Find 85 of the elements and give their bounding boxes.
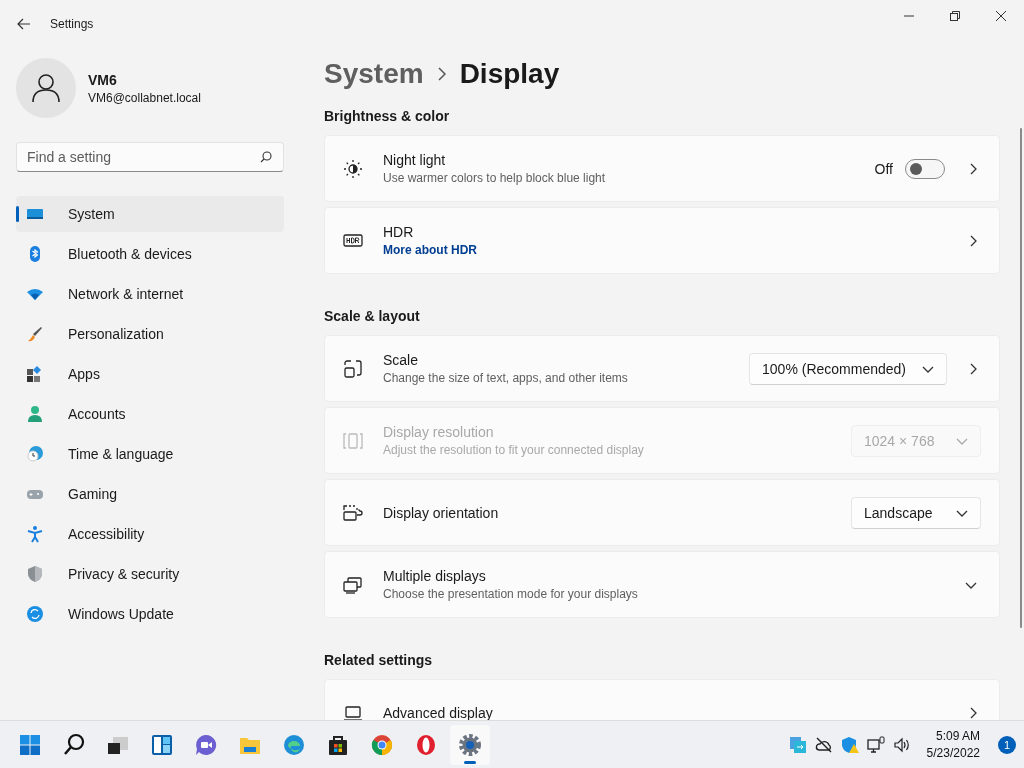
sidebar-item[interactable]: Windows Update [16,596,284,632]
gear-icon [458,732,482,757]
notification-badge[interactable]: 1 [998,735,1016,754]
section-heading: Brightness & color [324,108,451,124]
sidebar-item[interactable]: Personalization [16,316,284,352]
person-icon [26,405,44,423]
setting-description: Adjust the resolution to fit your connected display [383,443,645,457]
chevron-down-icon [956,508,968,517]
setting-card[interactable]: Scale Change the size of text, apps, and other items 100% (Recommended) [324,335,1000,402]
dropdown[interactable]: Landscape [851,496,981,529]
clock-icon [26,445,44,463]
clock-date[interactable]: 5/23/2022 [926,746,980,760]
setting-title: Display orientation [383,504,500,521]
search-icon [260,151,272,163]
setting-title: Multiple displays [383,568,487,584]
setting-title: Scale [383,352,420,368]
sidebar-item[interactable]: Apps [16,356,284,392]
setting-card[interactable]: Multiple displays Choose the presentation mode for your displays [324,551,1000,618]
cloud-off-icon [814,735,833,754]
restore-icon [950,11,960,21]
user-name: VM6 [88,71,118,88]
setting-title: Advanced display [383,704,494,720]
sidebar-item[interactable]: Network & internet [16,276,284,312]
setting-title: Night light [383,152,447,168]
resolution-icon [343,430,363,451]
toggle-state: Off [874,160,893,177]
scale-icon [343,358,363,379]
breadcrumb-link[interactable]: System [324,58,424,90]
dropdown[interactable]: 100% (Recommended) [749,352,947,385]
video-chat-icon [194,732,218,757]
sidebar-item[interactable]: Bluetooth & devices [16,236,284,272]
setting-card[interactable]: Advanced display [324,679,1000,720]
sidebar-item[interactable]: Accessibility [16,516,284,552]
shield-icon [26,565,44,583]
window-title: Settings [50,17,95,31]
chrome-icon [370,732,394,757]
browser-icon [282,732,306,757]
chevron-down-icon [922,364,934,373]
setting-card[interactable]: Night light Use warmer colors to help block blue light Off [324,135,1000,202]
chevron-down-icon [965,580,977,589]
back-arrow-icon [17,18,31,30]
setting-card[interactable]: Display orientation Landscape [324,479,1000,546]
setting-description: Choose the presentation mode for your displays [383,587,639,601]
scrollbar[interactable] [1020,128,1022,628]
sync-icon [788,735,807,754]
sidebar-item[interactable]: Gaming [16,476,284,512]
chevron-down-icon [956,436,968,445]
sun-icon [343,158,363,179]
shield-warning-icon [840,735,859,754]
sidebar-item[interactable]: Privacy & security [16,556,284,592]
update-icon [26,605,44,623]
network-icon [866,735,885,754]
apps-icon [26,365,44,383]
setting-description: Use warmer colors to help block blue light [383,171,607,185]
user-email: VM6@collabnet.local [88,90,201,105]
person-icon [31,73,61,103]
setting-title: Display resolution [383,424,495,440]
sidebar-item[interactable]: Time & language [16,436,284,472]
accessibility-icon [26,525,44,543]
more-link[interactable]: More about HDR [383,243,477,257]
chevron-right-icon [969,234,977,247]
setting-description: Change the size of text, apps, and other items [383,371,629,385]
close-icon [996,11,1006,21]
orientation-icon [343,502,363,523]
search-icon [62,732,86,757]
toggle-switch[interactable] [905,158,945,179]
clock-time[interactable]: 5:09 AM [935,729,980,743]
speaker-icon [892,735,911,754]
paintbrush-icon [26,325,44,343]
chevron-right-icon [437,67,446,81]
page-title: Display [459,58,560,90]
two-screens-icon [343,574,363,595]
sidebar-item[interactable]: Accounts [16,396,284,432]
chevron-right-icon [969,706,977,719]
section-heading: Scale & layout [324,308,421,324]
setting-card[interactable]: HDR More about HDR [324,207,1000,274]
setting-title: HDR [383,224,415,240]
widgets-icon [150,732,174,757]
chevron-right-icon [969,362,977,375]
search-field[interactable]: Find a setting [16,142,284,172]
section-heading: Related settings [324,652,434,668]
sidebar-item[interactable]: System [16,196,284,232]
o-letter-logo-icon [414,732,438,757]
start-icon [18,732,42,757]
chevron-right-icon [969,162,977,175]
